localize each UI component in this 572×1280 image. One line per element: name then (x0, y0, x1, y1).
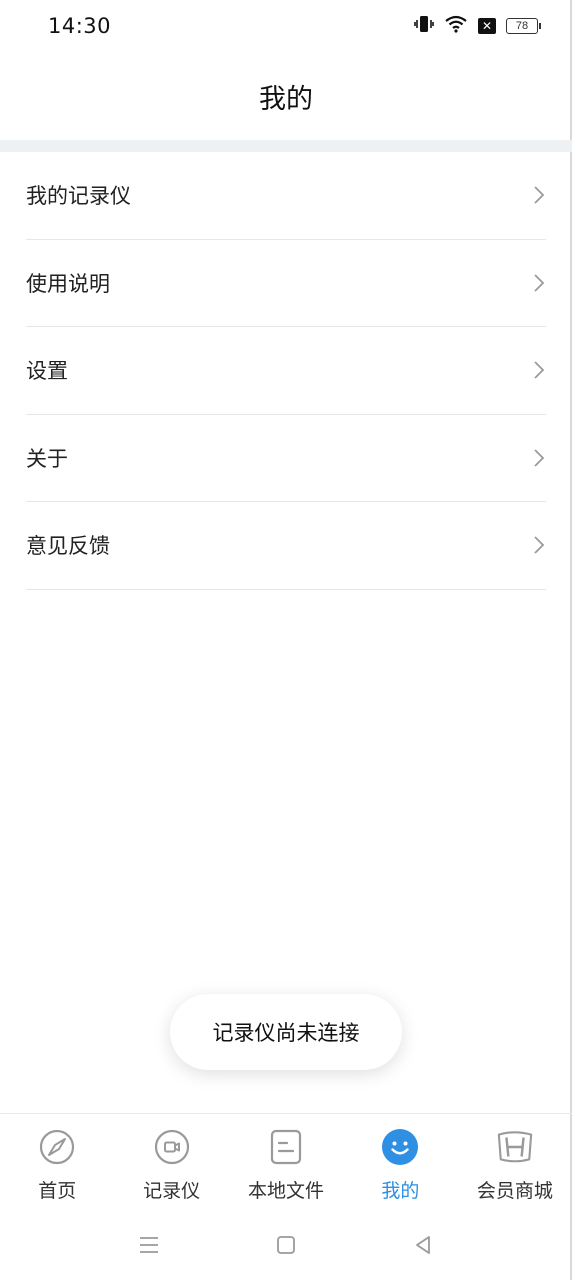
smiley-icon (381, 1128, 419, 1166)
chevron-right-icon (534, 449, 545, 467)
section-divider (0, 140, 572, 152)
tab-label: 首页 (38, 1180, 77, 1202)
home-nav-icon[interactable] (274, 1233, 298, 1261)
toast-message: 记录仪尚未连接 (170, 994, 402, 1070)
tab-mine[interactable]: 我的 (343, 1114, 457, 1213)
chevron-right-icon (534, 361, 545, 379)
recorder-icon (153, 1128, 191, 1166)
menu-item-label: 我的记录仪 (26, 184, 131, 209)
menu-item-about[interactable]: 关于 (26, 415, 546, 502)
menu-nav-icon[interactable] (137, 1233, 161, 1261)
tab-home[interactable]: 首页 (0, 1114, 114, 1213)
bottom-tab-bar: 首页 记录仪 本地文件 我的 会员商城 (0, 1113, 572, 1213)
chevron-right-icon (534, 536, 545, 554)
menu-item-settings[interactable]: 设置 (26, 327, 546, 415)
system-nav-bar (0, 1213, 572, 1280)
tab-label: 记录仪 (143, 1180, 201, 1202)
battery-icon: 78 (506, 18, 541, 34)
tab-local-files[interactable]: 本地文件 (229, 1114, 343, 1213)
compass-icon (38, 1128, 76, 1166)
tab-member-mall[interactable]: 会员商城 (458, 1114, 572, 1213)
status-icons: ✕ 78 (414, 15, 541, 37)
wifi-icon (444, 15, 468, 37)
back-nav-icon[interactable] (411, 1233, 435, 1261)
status-bar: 14:30 ✕ 78 (0, 0, 572, 52)
document-icon (267, 1128, 305, 1166)
chevron-right-icon (534, 186, 545, 204)
tab-label: 我的 (381, 1180, 420, 1202)
menu-item-feedback[interactable]: 意见反馈 (26, 502, 546, 590)
page-header: 我的 (0, 52, 572, 140)
menu-item-my-recorder[interactable]: 我的记录仪 (26, 152, 546, 240)
tab-label: 本地文件 (248, 1180, 325, 1202)
tab-recorder[interactable]: 记录仪 (114, 1114, 228, 1213)
menu-item-label: 关于 (26, 446, 68, 471)
toast-text: 记录仪尚未连接 (212, 1021, 360, 1045)
vibrate-icon (414, 15, 434, 37)
battery-level: 78 (515, 20, 529, 32)
menu-item-label: 使用说明 (26, 271, 110, 296)
menu-item-label: 意见反馈 (26, 534, 110, 559)
menu-item-label: 设置 (26, 359, 68, 384)
menu-item-instructions[interactable]: 使用说明 (26, 240, 546, 327)
settings-menu: 我的记录仪 使用说明 设置 关于 意见反馈 (26, 152, 546, 590)
honda-logo-icon (496, 1128, 534, 1166)
status-time: 14:30 (48, 14, 112, 38)
no-sim-icon: ✕ (478, 18, 496, 34)
chevron-right-icon (534, 274, 545, 292)
tab-label: 会员商城 (476, 1180, 553, 1202)
page-title: 我的 (259, 83, 313, 115)
